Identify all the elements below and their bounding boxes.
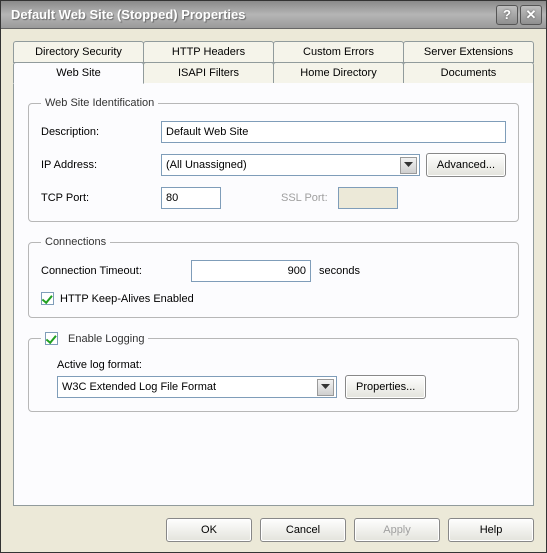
help-icon[interactable]: ? bbox=[496, 5, 518, 25]
tab-documents[interactable]: Documents bbox=[403, 62, 534, 84]
tabs-row-upper: Directory Security HTTP Headers Custom E… bbox=[13, 41, 534, 63]
tab-home-directory[interactable]: Home Directory bbox=[273, 62, 404, 84]
chevron-down-icon bbox=[317, 379, 334, 396]
enable-logging-label: Enable Logging bbox=[68, 333, 144, 345]
group-identification-legend: Web Site Identification bbox=[41, 97, 158, 109]
tcp-port-input[interactable] bbox=[161, 187, 221, 209]
keepalive-label: HTTP Keep-Alives Enabled bbox=[60, 293, 194, 305]
titlebar: Default Web Site (Stopped) Properties ? … bbox=[1, 1, 546, 29]
tab-isapi-filters[interactable]: ISAPI Filters bbox=[143, 62, 274, 84]
group-connections-legend: Connections bbox=[41, 236, 110, 248]
dialog-footer: OK Cancel Apply Help bbox=[13, 506, 534, 542]
ok-button[interactable]: OK bbox=[166, 518, 252, 542]
connection-timeout-input[interactable] bbox=[191, 260, 311, 282]
tab-web-site[interactable]: Web Site bbox=[13, 62, 144, 84]
group-logging: Enable Logging Active log format: W3C Ex… bbox=[28, 332, 519, 412]
chevron-down-icon bbox=[400, 157, 417, 174]
connection-timeout-unit: seconds bbox=[319, 265, 360, 277]
ip-address-value: (All Unassigned) bbox=[166, 159, 396, 171]
description-label: Description: bbox=[41, 126, 161, 138]
tcp-port-label: TCP Port: bbox=[41, 192, 161, 204]
log-properties-button[interactable]: Properties... bbox=[345, 375, 426, 399]
help-button[interactable]: Help bbox=[448, 518, 534, 542]
connection-timeout-label: Connection Timeout: bbox=[41, 265, 191, 277]
tab-panel-web-site: Web Site Identification Description: IP … bbox=[13, 83, 534, 506]
apply-button: Apply bbox=[354, 518, 440, 542]
description-input[interactable] bbox=[161, 121, 506, 143]
keepalive-checkbox[interactable] bbox=[41, 292, 54, 305]
log-format-select[interactable]: W3C Extended Log File Format bbox=[57, 376, 337, 398]
close-icon[interactable]: ✕ bbox=[520, 5, 542, 25]
ssl-port-label: SSL Port: bbox=[281, 192, 328, 204]
tab-server-extensions[interactable]: Server Extensions bbox=[403, 41, 534, 63]
properties-dialog: Default Web Site (Stopped) Properties ? … bbox=[0, 0, 547, 553]
advanced-button[interactable]: Advanced... bbox=[426, 153, 506, 177]
client-area: Directory Security HTTP Headers Custom E… bbox=[1, 29, 546, 552]
ip-address-select[interactable]: (All Unassigned) bbox=[161, 154, 420, 176]
tab-http-headers[interactable]: HTTP Headers bbox=[143, 41, 274, 63]
log-format-value: W3C Extended Log File Format bbox=[62, 381, 313, 393]
group-identification: Web Site Identification Description: IP … bbox=[28, 97, 519, 222]
log-format-label: Active log format: bbox=[57, 359, 506, 371]
ip-address-label: IP Address: bbox=[41, 159, 161, 171]
cancel-button[interactable]: Cancel bbox=[260, 518, 346, 542]
group-connections: Connections Connection Timeout: seconds … bbox=[28, 236, 519, 318]
enable-logging-checkbox[interactable] bbox=[45, 332, 58, 345]
tab-custom-errors[interactable]: Custom Errors bbox=[273, 41, 404, 63]
ssl-port-input bbox=[338, 187, 398, 209]
tab-directory-security[interactable]: Directory Security bbox=[13, 41, 144, 63]
tabs-row-lower: Web Site ISAPI Filters Home Directory Do… bbox=[13, 62, 534, 84]
window-title: Default Web Site (Stopped) Properties bbox=[11, 7, 494, 22]
